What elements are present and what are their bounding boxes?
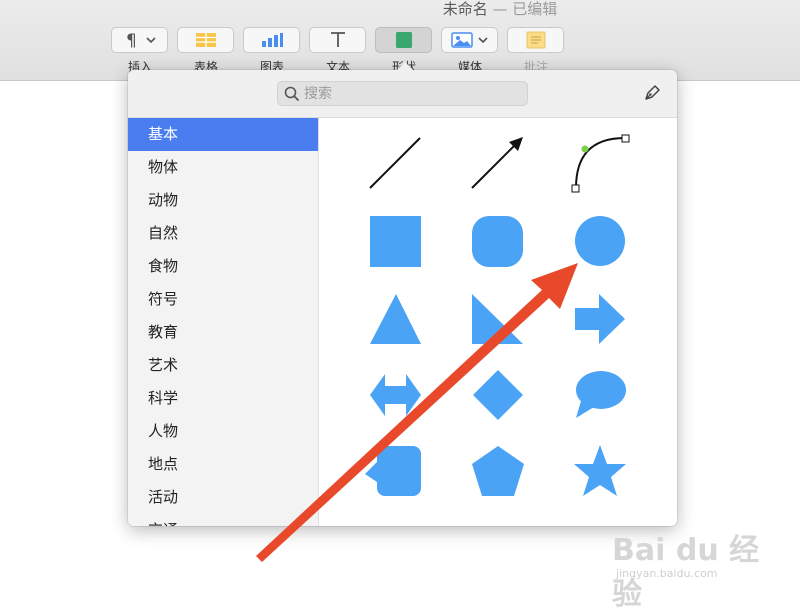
chart-button[interactable] [243,27,300,53]
category-item-places[interactable]: 地点 [128,448,318,481]
popover-header [128,70,677,118]
edit-status: — 已编辑 [492,0,558,18]
document-name: 未命名 [442,0,488,18]
shape-button[interactable] [375,27,432,53]
shape-icon [395,32,412,48]
double-arrow-shape[interactable] [370,374,421,416]
table-icon [195,33,216,47]
rounded-square-shape[interactable] [472,216,523,267]
category-item-symbols[interactable]: 符号 [128,283,318,316]
media-icon [450,32,488,48]
text-icon [330,32,345,47]
table-button[interactable] [177,27,234,53]
category-item-education[interactable]: 教育 [128,316,318,349]
paragraph-icon: ¶ [126,31,156,49]
chart-icon [261,33,283,47]
watermark: Bai du 经验 jingyan.baidu.com [612,525,782,612]
category-item-people[interactable]: 人物 [128,415,318,448]
category-item-arts[interactable]: 艺术 [128,349,318,382]
circle-shape[interactable] [575,216,625,266]
shape-grid [365,134,630,496]
category-item-basic[interactable]: 基本 [128,118,318,151]
arrow-line-shape[interactable] [471,137,523,189]
insert-button[interactable]: ¶ [111,27,168,53]
arrow-right-shape[interactable] [575,294,625,344]
callout-square-shape[interactable] [365,446,421,496]
watermark-subtext: jingyan.baidu.com [616,567,718,580]
line-shape[interactable] [369,137,421,189]
media-button[interactable] [441,27,498,53]
comment-button[interactable] [507,27,564,53]
pen-tool-icon[interactable] [641,82,663,104]
curve-shape[interactable] [571,134,630,193]
category-item-objects[interactable]: 物体 [128,151,318,184]
search-input[interactable] [304,85,504,102]
search-field[interactable] [277,81,528,106]
diamond-shape[interactable] [473,370,523,420]
window-title: 未命名 — 已编辑 [0,0,800,18]
text-button[interactable] [309,27,366,53]
category-item-transport[interactable]: 交通 [128,514,318,526]
svg-text:¶: ¶ [126,31,137,49]
popover-pointer [396,62,414,71]
triangle-shape[interactable] [370,294,421,344]
category-item-science[interactable]: 科学 [128,382,318,415]
comment-icon [526,31,545,49]
star-shape[interactable] [574,445,626,496]
category-item-animals[interactable]: 动物 [128,184,318,217]
category-sidebar: 基本 物体 动物 自然 食物 符号 教育 艺术 科学 人物 地点 活动 交通 [128,118,319,526]
square-shape[interactable] [370,216,421,267]
right-triangle-shape[interactable] [472,294,523,344]
pentagon-shape[interactable] [472,446,524,496]
speech-bubble-shape[interactable] [576,371,626,418]
shape-picker-popover: 基本 物体 动物 自然 食物 符号 教育 艺术 科学 人物 地点 活动 交通 [128,70,677,526]
category-item-activities[interactable]: 活动 [128,481,318,514]
search-icon [284,86,300,101]
category-item-food[interactable]: 食物 [128,250,318,283]
category-item-nature[interactable]: 自然 [128,217,318,250]
